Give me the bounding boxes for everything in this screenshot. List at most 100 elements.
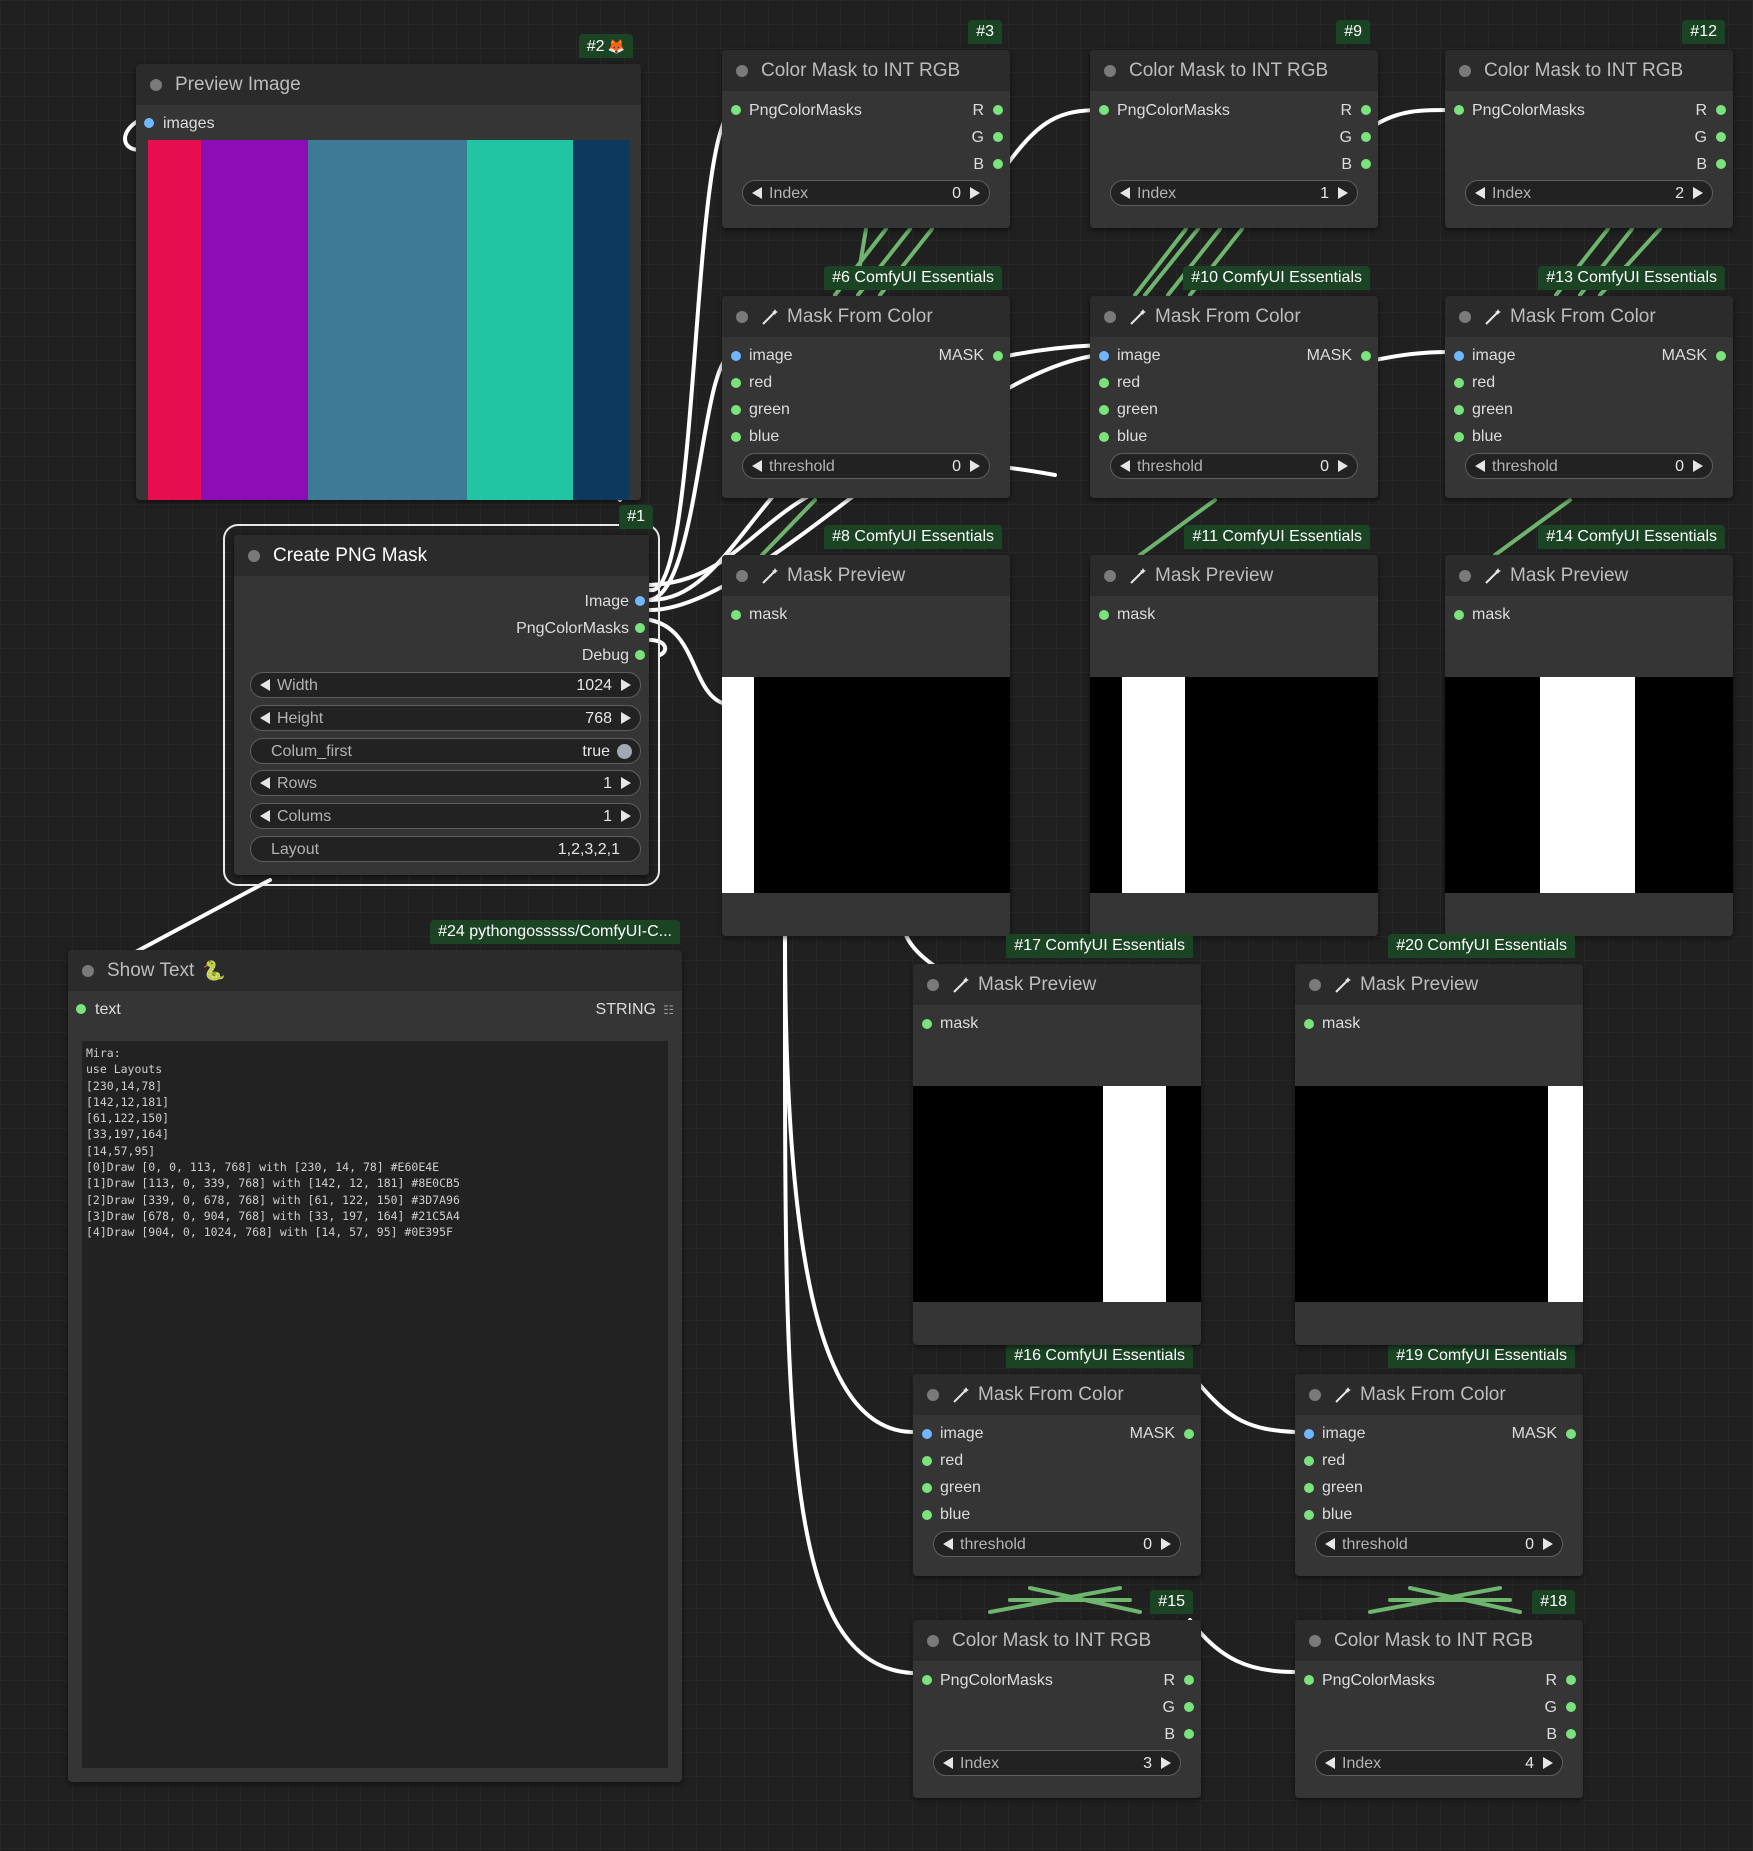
- color-mask-to-int-rgb-node-12[interactable]: #12 Color Mask to INT RGB PngColorMasks …: [1445, 20, 1733, 228]
- g-output-slot[interactable]: [1566, 1702, 1576, 1712]
- pngcolormasks-input-slot[interactable]: [1454, 105, 1464, 115]
- b-output-slot[interactable]: [1716, 159, 1726, 169]
- node-header[interactable]: Color Mask to INT RGB: [1295, 1620, 1583, 1661]
- node-header[interactable]: Color Mask to INT RGB: [913, 1620, 1201, 1661]
- collapse-dot[interactable]: [1104, 569, 1116, 582]
- increment-arrow-icon[interactable]: [970, 187, 980, 199]
- r-output-slot[interactable]: [993, 105, 1003, 115]
- mask-input-slot[interactable]: [1099, 610, 1109, 620]
- colums-widget[interactable]: Colums 1: [250, 803, 641, 829]
- red-input-slot[interactable]: [1454, 378, 1464, 388]
- g-output-slot[interactable]: [1184, 1702, 1194, 1712]
- collapse-dot[interactable]: [736, 310, 748, 323]
- decrement-arrow-icon[interactable]: [260, 679, 270, 691]
- r-output-slot[interactable]: [1566, 1675, 1576, 1685]
- collapse-dot[interactable]: [1104, 64, 1116, 77]
- create-png-mask-node[interactable]: #1 Create PNG Mask Image PngColorMasks D…: [223, 505, 660, 886]
- increment-arrow-icon[interactable]: [1338, 187, 1348, 199]
- mask-output-slot[interactable]: [1361, 351, 1371, 361]
- decrement-arrow-icon[interactable]: [1475, 187, 1485, 199]
- b-output-slot[interactable]: [1361, 159, 1371, 169]
- node-header[interactable]: Mask Preview: [1090, 555, 1378, 596]
- threshold-widget[interactable]: threshold 0: [1315, 1531, 1563, 1557]
- mask-from-color-node-6[interactable]: #6 ComfyUI Essentials Mask From Color im…: [722, 266, 1010, 498]
- width-widget[interactable]: Width 1024: [250, 672, 641, 698]
- pngcolormasks-input-slot[interactable]: [731, 105, 741, 115]
- image-input-slot[interactable]: [731, 351, 741, 361]
- index-widget[interactable]: Index 3: [933, 1750, 1181, 1776]
- pngcolormasks-output-slot[interactable]: [635, 623, 645, 633]
- mask-from-color-node-10[interactable]: #10 ComfyUI Essentials Mask From Color i…: [1090, 266, 1378, 498]
- decrement-arrow-icon[interactable]: [260, 712, 270, 724]
- debug-output-slot[interactable]: [635, 650, 645, 660]
- node-header[interactable]: Mask Preview: [1295, 964, 1583, 1005]
- increment-arrow-icon[interactable]: [1338, 460, 1348, 472]
- mask-output-slot[interactable]: [993, 351, 1003, 361]
- decrement-arrow-icon[interactable]: [943, 1538, 953, 1550]
- decrement-arrow-icon[interactable]: [943, 1757, 953, 1769]
- index-widget[interactable]: Index 0: [742, 180, 990, 206]
- collapse-dot[interactable]: [1309, 978, 1321, 991]
- node-header[interactable]: Create PNG Mask: [234, 535, 649, 576]
- increment-arrow-icon[interactable]: [970, 460, 980, 472]
- threshold-widget[interactable]: threshold 0: [1465, 453, 1713, 479]
- node-header[interactable]: Mask From Color: [913, 1374, 1201, 1415]
- mask-preview-node-20[interactable]: #20 ComfyUI Essentials Mask Preview mask: [1295, 934, 1583, 1345]
- mask-preview-node-8[interactable]: #8 ComfyUI Essentials Mask Preview mask: [722, 525, 1010, 936]
- index-widget[interactable]: Index 4: [1315, 1750, 1563, 1776]
- decrement-arrow-icon[interactable]: [1120, 187, 1130, 199]
- threshold-widget[interactable]: threshold 0: [1110, 453, 1358, 479]
- increment-arrow-icon[interactable]: [621, 712, 631, 724]
- mask-from-color-node-19[interactable]: #19 ComfyUI Essentials Mask From Color i…: [1295, 1344, 1583, 1576]
- collapse-dot[interactable]: [248, 549, 260, 562]
- threshold-widget[interactable]: threshold 0: [742, 453, 990, 479]
- node-header[interactable]: Mask Preview: [913, 964, 1201, 1005]
- mask-input-slot[interactable]: [922, 1019, 932, 1029]
- image-input-slot[interactable]: [1304, 1429, 1314, 1439]
- node-header[interactable]: Show Text 🐍: [68, 950, 682, 991]
- blue-input-slot[interactable]: [922, 1510, 932, 1520]
- node-header[interactable]: Color Mask to INT RGB: [1090, 50, 1378, 91]
- index-widget[interactable]: Index 2: [1465, 180, 1713, 206]
- node-header[interactable]: Preview Image: [136, 64, 641, 105]
- node-header[interactable]: Mask Preview: [722, 555, 1010, 596]
- height-widget[interactable]: Height 768: [250, 705, 641, 731]
- mask-input-slot[interactable]: [1454, 610, 1464, 620]
- collapse-dot[interactable]: [1104, 310, 1116, 323]
- green-input-slot[interactable]: [1304, 1483, 1314, 1493]
- mask-output-slot[interactable]: [1184, 1429, 1194, 1439]
- r-output-slot[interactable]: [1361, 105, 1371, 115]
- collapse-dot[interactable]: [927, 1388, 939, 1401]
- pngcolormasks-input-slot[interactable]: [1304, 1675, 1314, 1685]
- blue-input-slot[interactable]: [1099, 432, 1109, 442]
- node-header[interactable]: Mask From Color: [1090, 296, 1378, 337]
- green-input-slot[interactable]: [731, 405, 741, 415]
- rows-widget[interactable]: Rows 1: [250, 770, 641, 796]
- collapse-dot[interactable]: [927, 1634, 939, 1647]
- green-input-slot[interactable]: [922, 1483, 932, 1493]
- b-output-slot[interactable]: [1184, 1729, 1194, 1739]
- color-mask-to-int-rgb-node-9[interactable]: #9 Color Mask to INT RGB PngColorMasks R…: [1090, 20, 1378, 228]
- toggle-knob[interactable]: [617, 744, 632, 759]
- decrement-arrow-icon[interactable]: [260, 810, 270, 822]
- b-output-slot[interactable]: [993, 159, 1003, 169]
- decrement-arrow-icon[interactable]: [752, 460, 762, 472]
- collapse-dot[interactable]: [736, 64, 748, 77]
- blue-input-slot[interactable]: [1304, 1510, 1314, 1520]
- increment-arrow-icon[interactable]: [621, 777, 631, 789]
- collapse-dot[interactable]: [1309, 1634, 1321, 1647]
- decrement-arrow-icon[interactable]: [1325, 1757, 1335, 1769]
- image-output-slot[interactable]: [635, 596, 645, 606]
- red-input-slot[interactable]: [1304, 1456, 1314, 1466]
- mask-preview-node-17[interactable]: #17 ComfyUI Essentials Mask Preview mask: [913, 934, 1201, 1345]
- text-output-area[interactable]: Mira: use Layouts [230,14,78] [142,12,18…: [82, 1041, 668, 1768]
- node-header[interactable]: Mask Preview: [1445, 555, 1733, 596]
- decrement-arrow-icon[interactable]: [1325, 1538, 1335, 1550]
- layout-text-widget[interactable]: Layout 1,2,3,2,1: [250, 836, 641, 862]
- decrement-arrow-icon[interactable]: [1475, 460, 1485, 472]
- node-header[interactable]: Color Mask to INT RGB: [1445, 50, 1733, 91]
- increment-arrow-icon[interactable]: [1543, 1538, 1553, 1550]
- mask-from-color-node-13[interactable]: #13 ComfyUI Essentials Mask From Color i…: [1445, 266, 1733, 498]
- blue-input-slot[interactable]: [731, 432, 741, 442]
- color-mask-to-int-rgb-node-15[interactable]: #15 Color Mask to INT RGB PngColorMasks …: [913, 1590, 1201, 1798]
